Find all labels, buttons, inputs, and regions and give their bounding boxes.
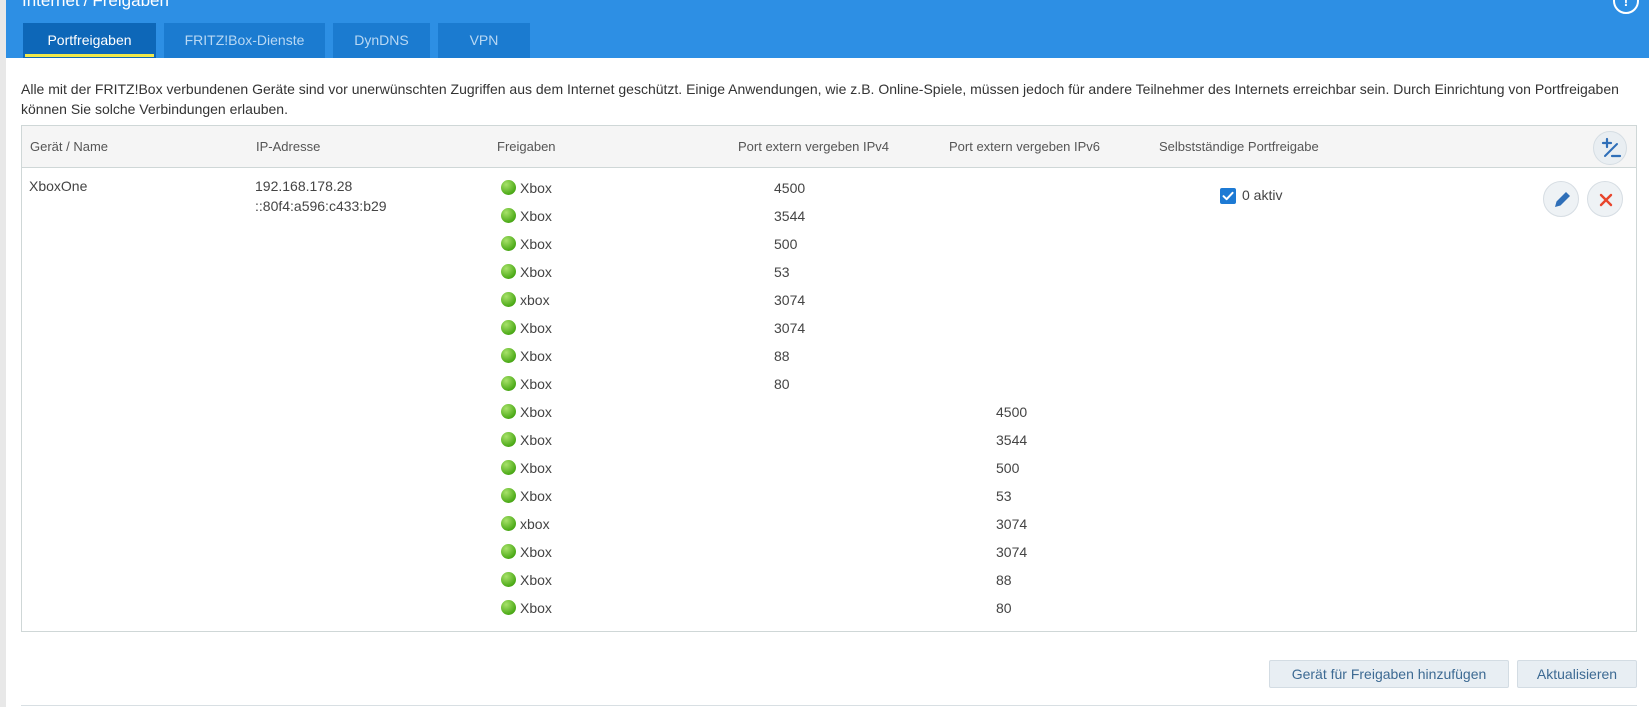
status-dot-icon bbox=[501, 516, 516, 531]
share-item: Xbox bbox=[501, 208, 552, 228]
port-ipv4: 3544 bbox=[774, 208, 806, 224]
status-dot-icon bbox=[501, 376, 516, 391]
device-ipv4: 192.168.178.28 bbox=[255, 178, 353, 194]
self-share-label: 0 aktiv bbox=[1242, 187, 1283, 203]
share-name: xbox bbox=[520, 516, 550, 532]
port-ipv6: 500 bbox=[996, 460, 1020, 476]
tab-dyndns[interactable]: DynDNS bbox=[333, 23, 430, 58]
port-ipv4: 4500 bbox=[774, 180, 806, 196]
device-ipv6: ::80f4:a596:c433:b29 bbox=[255, 198, 387, 214]
share-name: Xbox bbox=[520, 376, 552, 392]
column-port-ipv6: Port extern vergeben IPv6 bbox=[949, 139, 1101, 154]
share-item: Xbox bbox=[501, 544, 552, 564]
delete-button[interactable] bbox=[1587, 181, 1623, 217]
status-dot-icon bbox=[501, 544, 516, 559]
share-item: Xbox bbox=[501, 180, 552, 200]
column-ip-address: IP-Adresse bbox=[256, 139, 321, 154]
refresh-button[interactable]: Aktualisieren bbox=[1517, 660, 1637, 688]
share-name: Xbox bbox=[520, 572, 552, 588]
device-name: XboxOne bbox=[29, 178, 88, 194]
share-name: Xbox bbox=[520, 600, 552, 616]
port-ipv6: 80 bbox=[996, 600, 1012, 616]
share-item: Xbox bbox=[501, 572, 552, 592]
port-ipv4: 3074 bbox=[774, 292, 806, 308]
status-dot-icon bbox=[501, 292, 516, 307]
share-name: xbox bbox=[520, 292, 550, 308]
tab-portfreigaben[interactable]: Portfreigaben bbox=[23, 23, 156, 58]
header-bar: Internet / Freigaben ! Portfreigaben FRITZ… bbox=[6, 0, 1649, 58]
share-name: Xbox bbox=[520, 432, 552, 448]
port-ipv6: 3074 bbox=[996, 544, 1028, 560]
share-item: Xbox bbox=[501, 432, 552, 452]
status-dot-icon bbox=[501, 600, 516, 615]
footer-divider bbox=[21, 705, 1637, 706]
status-dot-icon bbox=[501, 572, 516, 587]
share-name: Xbox bbox=[520, 544, 552, 560]
column-self-share: Selbstständige Portfreigabe bbox=[1159, 139, 1319, 154]
breadcrumb: Internet / Freigaben bbox=[22, 0, 169, 11]
share-item: Xbox bbox=[501, 600, 552, 620]
port-ipv4: 500 bbox=[774, 236, 798, 252]
page: Internet / Freigaben ! Portfreigaben FRITZ… bbox=[0, 0, 1649, 707]
share-item: Xbox bbox=[501, 376, 552, 396]
port-ipv6: 4500 bbox=[996, 404, 1028, 420]
share-item: Xbox bbox=[501, 264, 552, 284]
add-remove-icon bbox=[1601, 137, 1622, 158]
share-name: Xbox bbox=[520, 264, 552, 280]
share-item: Xbox bbox=[501, 488, 552, 508]
status-dot-icon bbox=[501, 264, 516, 279]
tab-vpn[interactable]: VPN bbox=[438, 23, 530, 58]
port-ipv6: 53 bbox=[996, 488, 1012, 504]
checkmark-icon bbox=[1222, 191, 1234, 201]
port-ipv4: 80 bbox=[774, 376, 790, 392]
port-ipv4: 53 bbox=[774, 264, 790, 280]
close-icon bbox=[1599, 193, 1613, 207]
status-dot-icon bbox=[501, 348, 516, 363]
share-item: xbox bbox=[501, 292, 550, 312]
status-dot-icon bbox=[501, 236, 516, 251]
intro-text: Alle mit der FRITZ!Box verbundenen Gerät… bbox=[21, 81, 1619, 117]
port-ipv4: 3074 bbox=[774, 320, 806, 336]
pencil-icon bbox=[1555, 192, 1570, 207]
status-dot-icon bbox=[501, 432, 516, 447]
status-dot-icon bbox=[501, 208, 516, 223]
share-name: Xbox bbox=[520, 236, 552, 252]
status-dot-icon bbox=[501, 404, 516, 419]
port-ipv4: 88 bbox=[774, 348, 790, 364]
breadcrumb-section[interactable]: Internet bbox=[22, 0, 80, 10]
share-name: Xbox bbox=[520, 320, 552, 336]
column-shares: Freigaben bbox=[497, 139, 556, 154]
tab-fritzbox-dienste[interactable]: FRITZ!Box-Dienste bbox=[164, 23, 325, 58]
edit-button[interactable] bbox=[1543, 181, 1579, 217]
share-item: Xbox bbox=[501, 320, 552, 340]
port-ipv6: 88 bbox=[996, 572, 1012, 588]
left-edge bbox=[0, 0, 6, 707]
share-name: Xbox bbox=[520, 404, 552, 420]
help-icon[interactable]: ! bbox=[1613, 0, 1639, 14]
port-ipv6: 3544 bbox=[996, 432, 1028, 448]
breadcrumb-page: Freigaben bbox=[92, 0, 169, 10]
table-header: Gerät / Name IP-Adresse Freigaben Port e… bbox=[22, 126, 1636, 168]
share-item: Xbox bbox=[501, 404, 552, 424]
status-dot-icon bbox=[501, 180, 516, 195]
status-dot-icon bbox=[501, 320, 516, 335]
add-remove-icon-button[interactable] bbox=[1593, 131, 1627, 165]
share-name: Xbox bbox=[520, 208, 552, 224]
share-name: Xbox bbox=[520, 460, 552, 476]
status-dot-icon bbox=[501, 488, 516, 503]
share-item: Xbox bbox=[501, 460, 552, 480]
share-item: Xbox bbox=[501, 236, 552, 256]
column-device-name: Gerät / Name bbox=[30, 139, 109, 154]
add-device-button[interactable]: Gerät für Freigaben hinzufügen bbox=[1269, 660, 1509, 688]
breadcrumb-separator: / bbox=[83, 0, 89, 10]
share-name: Xbox bbox=[520, 488, 552, 504]
self-share-checkbox[interactable] bbox=[1220, 188, 1236, 204]
status-dot-icon bbox=[501, 460, 516, 475]
share-item: xbox bbox=[501, 516, 550, 536]
share-name: Xbox bbox=[520, 348, 552, 364]
column-port-ipv4: Port extern vergeben IPv4 bbox=[738, 139, 890, 154]
port-ipv6: 3074 bbox=[996, 516, 1028, 532]
share-name: Xbox bbox=[520, 180, 552, 196]
share-item: Xbox bbox=[501, 348, 552, 368]
